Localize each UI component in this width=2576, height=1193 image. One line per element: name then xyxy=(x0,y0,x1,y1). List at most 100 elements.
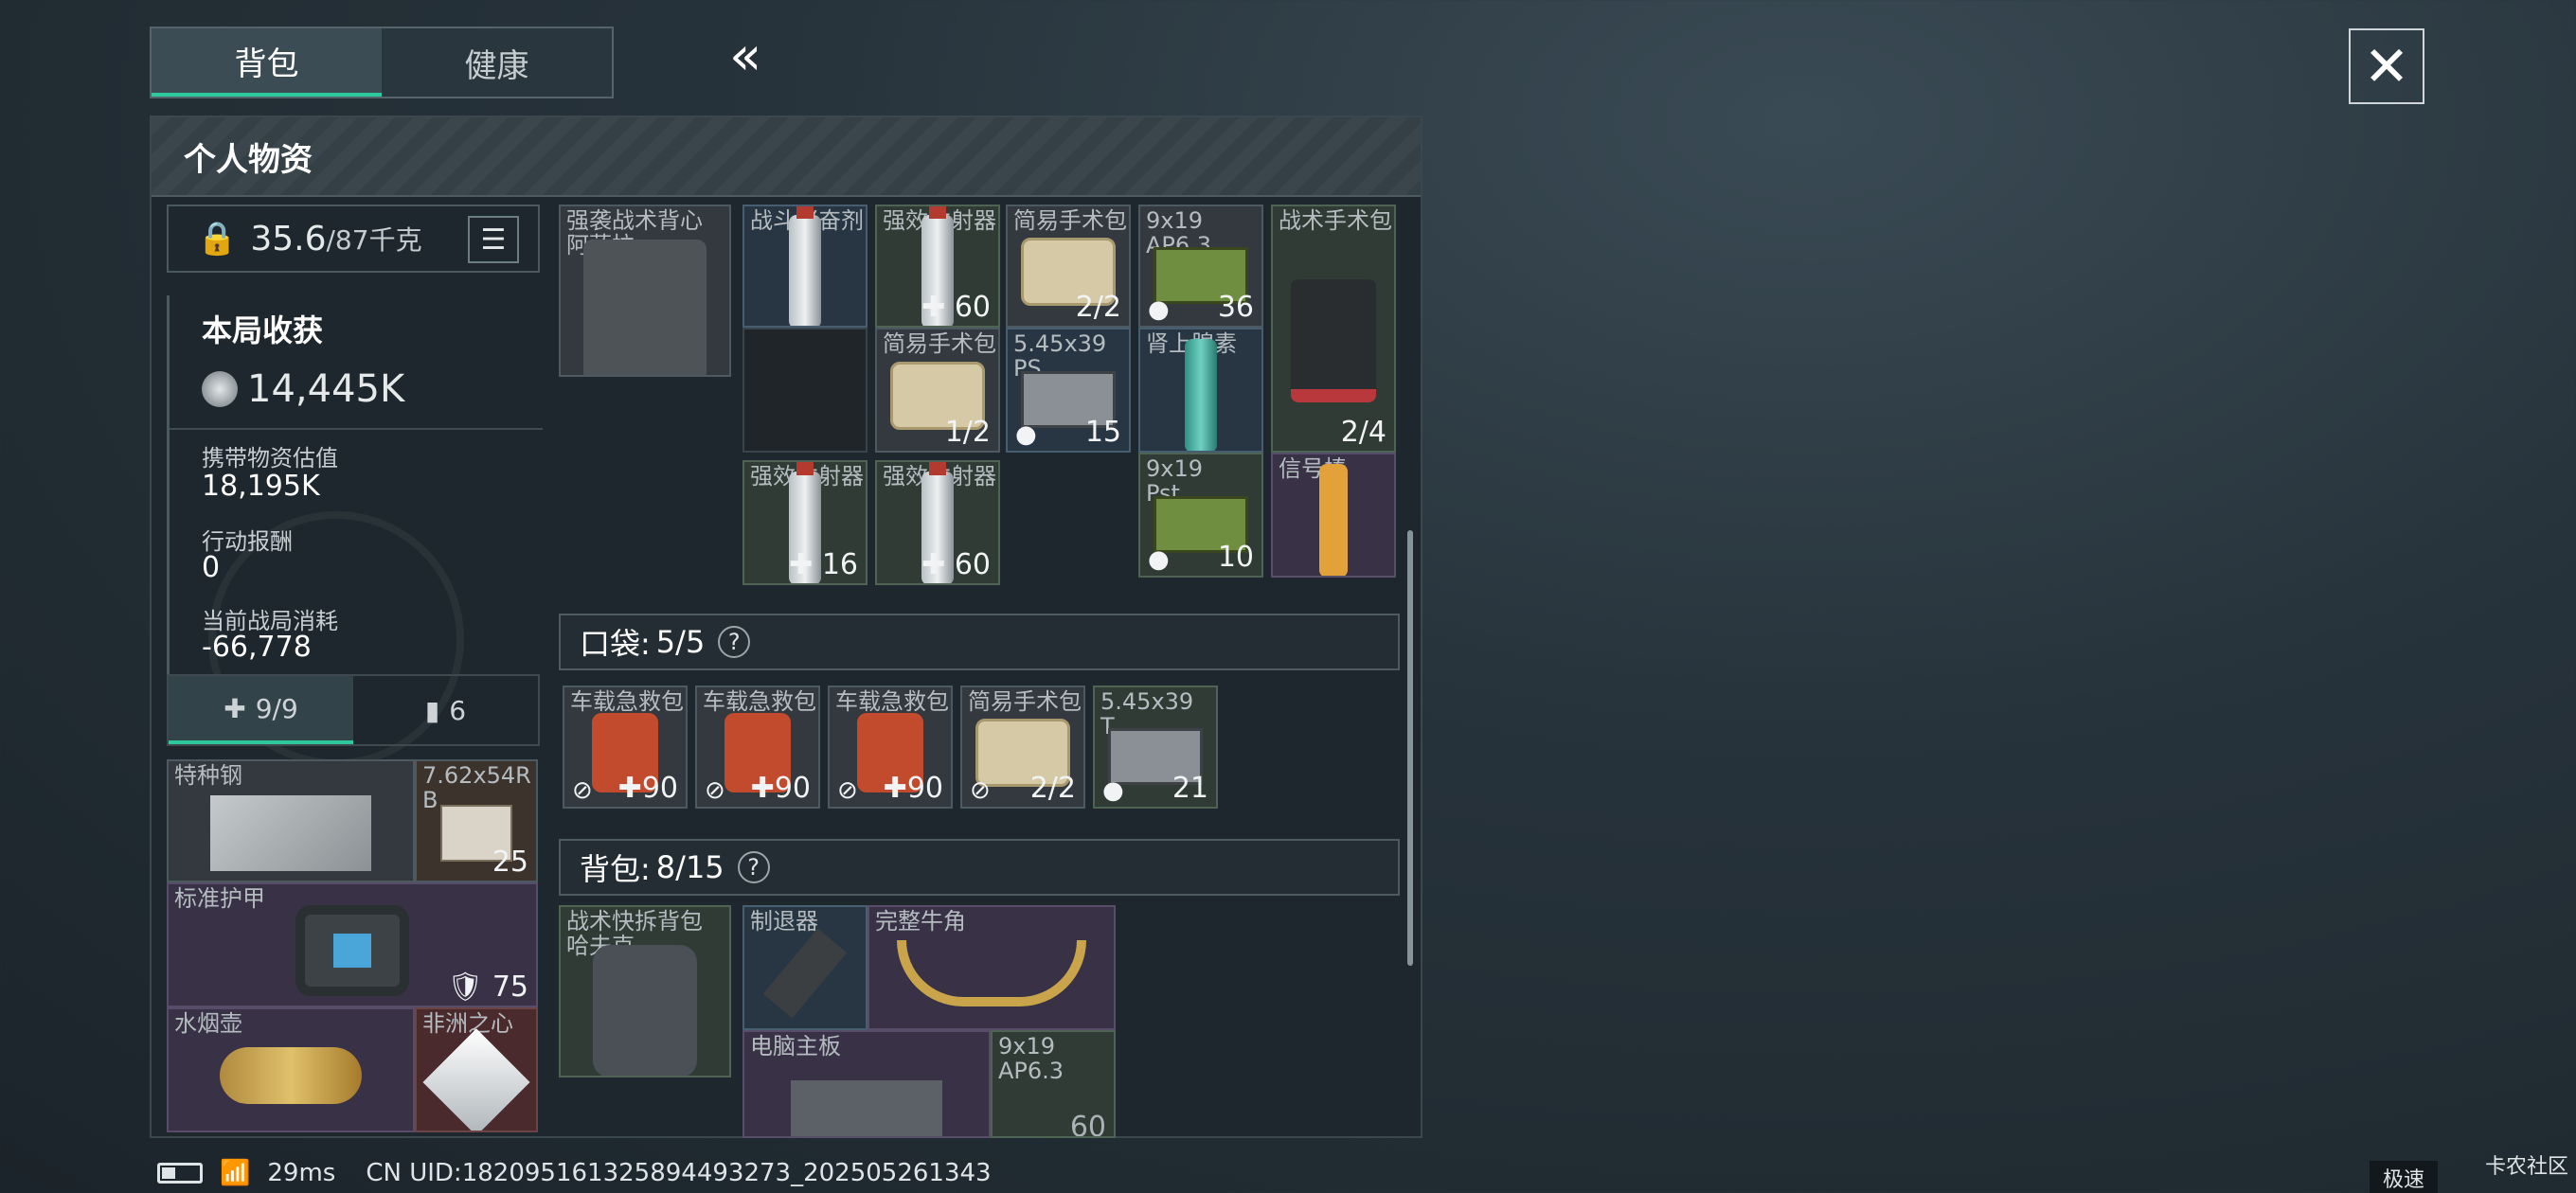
weight-indicator: 🔒 35.6 /87千克 ☰ xyxy=(167,205,540,273)
no-insure-icon: ⊘ xyxy=(572,776,593,805)
tactical-kit-icon xyxy=(1291,278,1376,402)
syringe-icon xyxy=(1185,339,1217,451)
help-icon[interactable]: ? xyxy=(718,626,751,658)
tab-ammo[interactable]: ▮ 6 xyxy=(353,676,538,744)
item-vehicle-firstaid[interactable]: 车载急救包 ⊘ ✚90 xyxy=(695,686,820,809)
item-vehicle-firstaid[interactable]: 车载急救包 ⊘ ✚90 xyxy=(828,686,953,809)
pocket-title: 口袋: xyxy=(580,626,651,662)
no-insure-icon: ⊘ xyxy=(837,776,858,805)
item-count: 25 xyxy=(492,846,528,879)
horn-icon xyxy=(897,940,1086,1007)
item-durability: 🛡 75 xyxy=(447,970,528,1004)
hookah-icon xyxy=(220,1047,362,1105)
item-surgical-kit[interactable]: 简易手术包 1/2 xyxy=(875,328,1000,453)
uid-text: CN UID:182095161325894493273_20250526134… xyxy=(366,1159,992,1187)
item-count: ✚ 60 xyxy=(921,548,991,581)
item-strong-injector[interactable]: 强效注射器 ✚ 60 xyxy=(875,460,1000,585)
help-icon[interactable]: ? xyxy=(737,851,770,883)
item-intact-horn[interactable]: 完整牛角 xyxy=(868,905,1116,1030)
item-count: 15 xyxy=(1084,416,1121,449)
close-button[interactable]: ✕ xyxy=(2349,28,2424,104)
item-name: 非洲之心 xyxy=(422,1010,513,1037)
item-count: 2/2 xyxy=(1075,291,1121,324)
item-count: 10 xyxy=(1217,541,1254,574)
item-name: 标准护甲 xyxy=(174,885,265,912)
speed-badge: 极速 xyxy=(2370,1161,2439,1193)
item-hookah[interactable]: 水烟壶 xyxy=(167,1007,415,1132)
main-tabs: 背包 健康 xyxy=(150,27,614,98)
item-heart-of-africa[interactable]: 非洲之心 xyxy=(415,1007,538,1132)
item-surgical-kit[interactable]: 简易手术包 ⊘ 2/2 xyxy=(960,686,1085,809)
item-adrenaline[interactable]: 肾上腺素 xyxy=(1138,328,1263,453)
item-name: 车载急救包 xyxy=(570,688,684,715)
item-count: 2/4 xyxy=(1340,416,1386,449)
item-ammo-9x19-ap[interactable]: 9x19 AP6.3 ● 36 xyxy=(1138,205,1263,328)
steel-icon xyxy=(210,794,371,871)
item-strong-injector[interactable]: 强效注射器 ✚ 60 xyxy=(875,205,1000,328)
item-surgical-kit[interactable]: 简易手术包 2/2 xyxy=(1006,205,1131,328)
divider xyxy=(170,428,543,430)
item-vest[interactable]: 强袭战术背心阿萨拉 xyxy=(559,205,731,377)
weight-icon: 🔒 xyxy=(197,220,238,258)
item-special-steel[interactable]: 特种钢 xyxy=(167,759,415,882)
backpack-icon xyxy=(593,945,697,1076)
stat-label: 携带物资估值 xyxy=(202,445,338,472)
tab-medical[interactable]: ✚ 9/9 xyxy=(169,676,353,744)
item-standard-armor[interactable]: 标准护甲 🛡 75 xyxy=(167,882,538,1007)
backpack-count: 8/15 xyxy=(655,849,724,885)
medkit-icon: ✚ xyxy=(224,692,246,724)
item-name: 完整牛角 xyxy=(875,908,966,935)
ammo-dot-icon: ● xyxy=(1015,420,1037,449)
item-tactical-surgical-kit[interactable]: 战术手术包 2/4 xyxy=(1271,205,1396,453)
vest-icon xyxy=(583,240,707,375)
item-backpack[interactable]: 战术快拆背包 哈夫克 xyxy=(559,905,731,1077)
empty-slot[interactable] xyxy=(742,328,868,453)
collapse-chevron-icon[interactable]: « xyxy=(729,28,761,85)
earnings-title: 本局收获 xyxy=(202,312,324,348)
item-count: ✚90 xyxy=(750,772,811,805)
ammo-dot-icon: ● xyxy=(1148,545,1170,574)
item-count: ✚ 16 xyxy=(789,548,858,581)
item-ammo-545-t[interactable]: 5.45x39 T ● 21 xyxy=(1093,686,1218,809)
item-ammo-545-ps[interactable]: 5.45x39 PS ● 15 xyxy=(1006,328,1131,453)
tab-health[interactable]: 健康 xyxy=(382,28,612,97)
tab-backpack[interactable]: 背包 xyxy=(152,28,382,97)
item-name: 9x19 AP6.3 xyxy=(998,1033,1064,1084)
earnings-total-value: 14,445K xyxy=(247,367,405,411)
item-ammo-762[interactable]: 7.62x54R B 25 xyxy=(415,759,538,882)
item-ammo-9x19-pst[interactable]: 9x19 Pst ● 10 xyxy=(1138,453,1263,578)
item-combat-stim[interactable]: 战斗兴奋剂 xyxy=(742,205,868,328)
list-icon[interactable]: ☰ xyxy=(468,216,519,263)
item-count: 60 xyxy=(1069,1111,1106,1138)
weight-max: /87千克 xyxy=(326,224,422,256)
pocket-header: 口袋: 5/5 ? xyxy=(559,614,1400,670)
muzzle-brake-icon xyxy=(762,929,848,1019)
item-count: ✚90 xyxy=(883,772,943,805)
item-strong-injector[interactable]: 强效注射器 ✚ 16 xyxy=(742,460,868,585)
round-earnings: 本局收获 14,445K 携带物资估值 18,195K 行动报酬 0 当前战局消… xyxy=(167,295,543,674)
battery-icon xyxy=(157,1163,203,1184)
tab-medical-count: 9/9 xyxy=(255,692,298,724)
watermark: 卡农社区 xyxy=(2485,1155,2569,1179)
pocket-count: 5/5 xyxy=(655,624,706,660)
item-motherboard[interactable]: 电脑主板 xyxy=(742,1030,991,1138)
item-muzzle-brake[interactable]: 制退器 xyxy=(742,905,868,1030)
ammo-dot-icon: ● xyxy=(1102,776,1124,805)
item-count: 36 xyxy=(1217,291,1254,324)
item-name: 特种钢 xyxy=(174,762,242,789)
item-name: 简易手术包 xyxy=(968,688,1082,715)
ammo-dot-icon: ● xyxy=(1148,295,1170,324)
item-flare[interactable]: 信号棒 xyxy=(1271,453,1396,578)
scrollbar[interactable] xyxy=(1407,530,1413,966)
item-ammo-9x19-ap[interactable]: 9x19 AP6.3 60 xyxy=(991,1030,1116,1138)
ammo-icon: ▮ xyxy=(424,694,440,726)
item-name: 车载急救包 xyxy=(703,688,816,715)
item-name: 电脑主板 xyxy=(750,1033,841,1059)
weight-current: 35.6 xyxy=(250,219,327,258)
item-count: 21 xyxy=(1172,772,1208,805)
item-count: 1/2 xyxy=(944,416,991,449)
panel-title: 个人物资 xyxy=(152,117,1421,197)
item-name: 车载急救包 xyxy=(835,688,949,715)
item-name: 简易手术包 xyxy=(883,330,996,357)
item-vehicle-firstaid[interactable]: 车载急救包 ⊘ ✚90 xyxy=(563,686,688,809)
